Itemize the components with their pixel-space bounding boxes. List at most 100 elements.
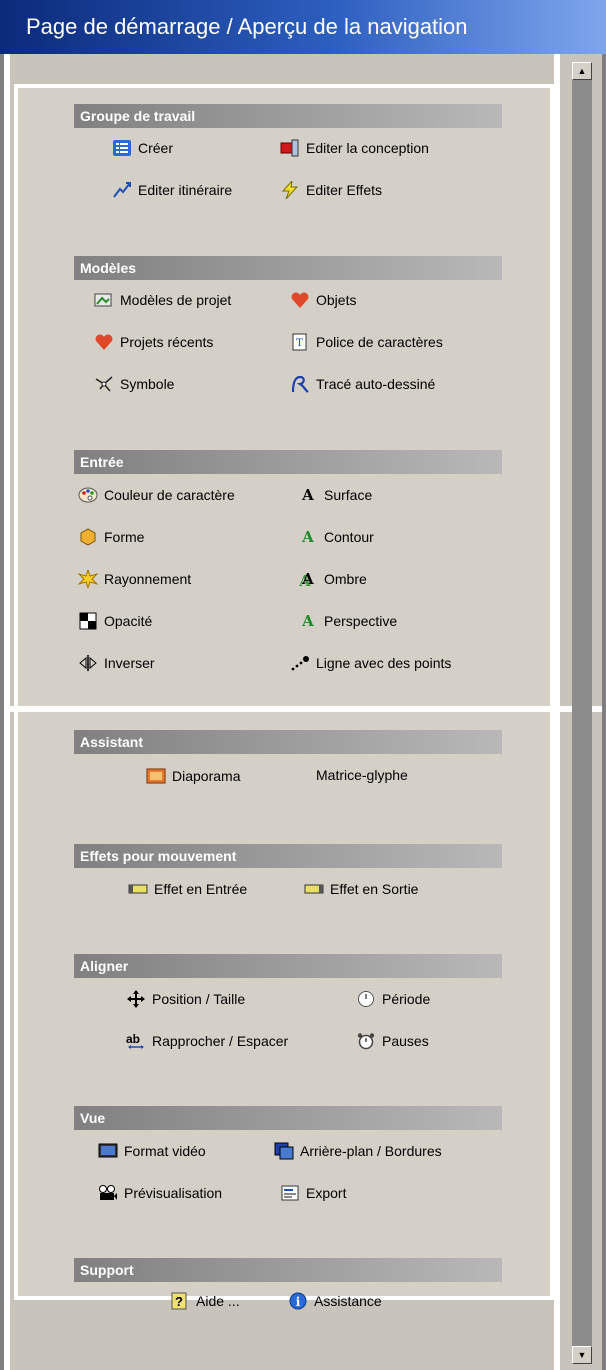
monitor-icon bbox=[98, 1142, 118, 1160]
section-header-vue: Vue bbox=[74, 1106, 502, 1130]
position-taille-link[interactable]: Position / Taille bbox=[126, 990, 245, 1008]
letter-a-outline-icon: A bbox=[302, 528, 314, 546]
background-icon bbox=[274, 1142, 294, 1160]
rayonnement-label: Rayonnement bbox=[104, 571, 192, 587]
surface-label: Surface bbox=[324, 487, 373, 503]
matrice-link[interactable]: Matrice-glyphe bbox=[316, 767, 408, 783]
editer-effets-link[interactable]: Editer Effets bbox=[280, 181, 382, 199]
surface-link[interactable]: A Surface bbox=[298, 486, 372, 504]
export-link[interactable]: Export bbox=[280, 1184, 346, 1202]
path-icon bbox=[112, 181, 132, 199]
pauses-label: Pauses bbox=[382, 1033, 429, 1049]
project-templates-icon bbox=[94, 291, 114, 309]
previsualisation-link[interactable]: Prévisualisation bbox=[98, 1184, 222, 1202]
ligne-link[interactable]: Ligne avec des points bbox=[290, 654, 451, 672]
symbole-link[interactable]: Symbole bbox=[94, 375, 174, 393]
section-header-groupe: Groupe de travail bbox=[74, 104, 502, 128]
assistance-label: Assistance bbox=[314, 1293, 382, 1309]
ombre-link[interactable]: A Ombre bbox=[298, 570, 367, 588]
heart-icon bbox=[290, 291, 310, 309]
move-icon bbox=[126, 990, 146, 1008]
svg-text:ab: ab bbox=[126, 1032, 140, 1046]
trace-link[interactable]: Tracé auto-dessiné bbox=[290, 375, 435, 393]
opacite-link[interactable]: Opacité bbox=[78, 612, 152, 630]
creer-link[interactable]: Créer bbox=[112, 139, 173, 157]
pauses-link[interactable]: Pauses bbox=[356, 1032, 429, 1050]
svg-text:T: T bbox=[296, 338, 303, 349]
objets-label: Objets bbox=[316, 292, 357, 308]
modeles-projet-link[interactable]: Modèles de projet bbox=[94, 291, 231, 309]
perspective-label: Perspective bbox=[324, 613, 398, 629]
design-icon bbox=[280, 139, 300, 157]
inverser-label: Inverser bbox=[104, 655, 155, 671]
help-icon: ? bbox=[170, 1292, 190, 1310]
list-icon bbox=[112, 139, 132, 157]
aide-label: Aide ... bbox=[196, 1293, 240, 1309]
arriere-plan-link[interactable]: Arrière-plan / Bordures bbox=[274, 1142, 442, 1160]
symbol-icon bbox=[94, 375, 114, 393]
projets-recents-label: Projets récents bbox=[120, 334, 214, 350]
editer-itineraire-label: Editer itinéraire bbox=[138, 182, 233, 198]
section-header-modeles: Modèles bbox=[74, 256, 502, 280]
effet-entree-label: Effet en Entrée bbox=[154, 881, 248, 897]
section-header-support: Support bbox=[74, 1258, 502, 1282]
editer-conception-link[interactable]: Editer la conception bbox=[280, 139, 429, 157]
export-icon bbox=[280, 1184, 300, 1202]
police-label: Police de caractères bbox=[316, 334, 443, 350]
dotted-line-icon bbox=[290, 654, 310, 672]
assistance-link[interactable]: i Assistance bbox=[288, 1292, 382, 1310]
aide-link[interactable]: ? Aide ... bbox=[170, 1292, 240, 1310]
creer-label: Créer bbox=[138, 140, 174, 156]
inverser-link[interactable]: Inverser bbox=[78, 654, 155, 672]
letter-a-icon: A bbox=[302, 486, 314, 504]
freehand-path-icon bbox=[290, 375, 310, 393]
perspective-link[interactable]: A Perspective bbox=[298, 612, 397, 630]
ombre-label: Ombre bbox=[324, 571, 367, 587]
diaporama-link[interactable]: Diaporama bbox=[146, 767, 240, 785]
scroll-up-button[interactable]: ▲ bbox=[572, 62, 592, 80]
section-header-aligner: Aligner bbox=[74, 954, 502, 978]
shape-icon bbox=[78, 528, 98, 546]
periode-label: Période bbox=[382, 991, 431, 1007]
objets-link[interactable]: Objets bbox=[290, 291, 356, 309]
editer-effets-label: Editer Effets bbox=[306, 182, 383, 198]
vertical-scrollbar[interactable]: ▲ ▼ bbox=[572, 62, 592, 1364]
frame-separator bbox=[4, 706, 602, 712]
format-video-label: Format vidéo bbox=[124, 1143, 206, 1159]
navigation-frame: Groupe de travail Créer Editer la concep… bbox=[4, 54, 602, 1370]
window-title: Page de démarrage / Aperçu de la navigat… bbox=[0, 0, 606, 54]
effet-sortie-label: Effet en Sortie bbox=[330, 881, 419, 897]
couleur-link[interactable]: Couleur de caractère bbox=[78, 486, 235, 504]
arriere-plan-label: Arrière-plan / Bordures bbox=[300, 1143, 442, 1159]
rapprocher-espacer-link[interactable]: ab Rapprocher / Espacer bbox=[126, 1032, 288, 1050]
forme-link[interactable]: Forme bbox=[78, 528, 144, 546]
spacing-icon: ab bbox=[126, 1032, 146, 1050]
editer-itineraire-link[interactable]: Editer itinéraire bbox=[112, 181, 232, 199]
editer-conception-label: Editer la conception bbox=[306, 140, 429, 156]
navigation-panel: Groupe de travail Créer Editer la concep… bbox=[14, 84, 554, 1310]
forme-label: Forme bbox=[104, 529, 145, 545]
heart-icon bbox=[94, 333, 114, 351]
export-label: Export bbox=[306, 1185, 347, 1201]
effet-entree-link[interactable]: Effet en Entrée bbox=[128, 880, 247, 898]
police-link[interactable]: T Police de caractères bbox=[290, 333, 443, 351]
periode-link[interactable]: Période bbox=[356, 990, 430, 1008]
format-video-link[interactable]: Format vidéo bbox=[98, 1142, 206, 1160]
rayonnement-link[interactable]: Rayonnement bbox=[78, 570, 191, 588]
effect-in-icon bbox=[128, 880, 148, 898]
slideshow-icon bbox=[146, 767, 166, 785]
matrice-label: Matrice-glyphe bbox=[316, 767, 408, 783]
scroll-down-button[interactable]: ▼ bbox=[572, 1346, 592, 1364]
svg-text:i: i bbox=[296, 1295, 301, 1309]
alarm-clock-icon bbox=[356, 1032, 376, 1050]
lightning-icon bbox=[280, 181, 300, 199]
section-header-assistant: Assistant bbox=[74, 730, 502, 754]
flip-icon bbox=[78, 654, 98, 672]
trace-label: Tracé auto-dessiné bbox=[316, 376, 436, 392]
projets-recents-link[interactable]: Projets récents bbox=[94, 333, 213, 351]
checker-icon bbox=[78, 612, 98, 630]
contour-link[interactable]: A Contour bbox=[298, 528, 374, 546]
effet-sortie-link[interactable]: Effet en Sortie bbox=[304, 880, 418, 898]
symbole-label: Symbole bbox=[120, 376, 175, 392]
palette-icon bbox=[78, 486, 98, 504]
